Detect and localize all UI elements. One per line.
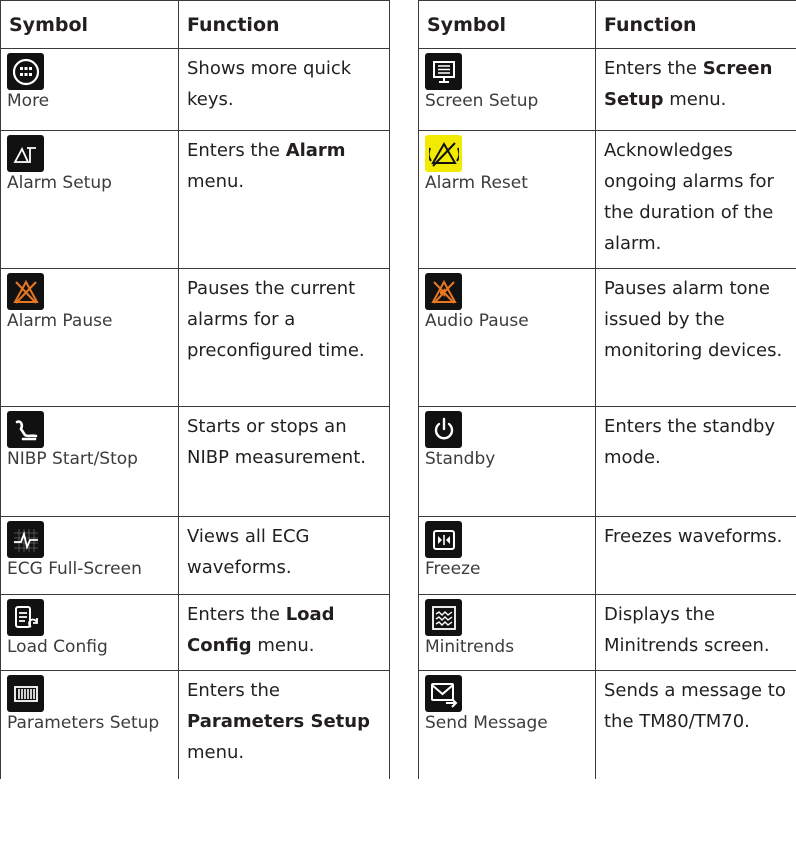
symbol-header: Symbol [418,0,596,49]
alarm-pause-icon [7,273,44,310]
symbol-cell: Load Config [0,594,179,671]
screen-setup-icon [425,53,462,90]
symbol-label: More [7,91,50,111]
symbol-label: Freeze [425,559,481,579]
minitrends-icon [425,599,462,636]
table-row: More Shows more quick keys. [0,48,390,131]
function-cell: Enters the Screen Setup menu. [595,48,796,131]
function-cell: Sends a message to the TM80/TM70. [595,670,796,779]
parameters-setup-icon [7,675,44,712]
symbol-label: Minitrends [425,637,515,657]
symbol-cell: Parameters Setup [0,670,179,779]
function-text: Acknowledges ongoing alarms for the dura… [604,140,774,254]
table-row: Parameters Setup Enters the Parameters Se… [0,670,390,779]
table-row: ECG Full-Screen Views all ECG waveforms. [0,516,390,595]
symbol-label: Screen Setup [425,91,539,111]
function-cell: Acknowledges ongoing alarms for the dura… [595,130,796,269]
table-row: NIBP Start/Stop Starts or stops an NIBP m… [0,406,390,517]
more-icon [7,53,44,90]
function-menu-name: Parameters Setup [187,711,370,732]
symbol-label: Alarm Reset [425,173,528,193]
table-row: Audio Pause Pauses alarm tone issued by t… [418,268,796,407]
table-row: Minitrends Displays the Minitrends screen… [418,594,796,671]
function-text: Shows more quick keys. [187,58,352,110]
symbol-label: Load Config [7,637,108,657]
symbol-label: Parameters Setup [7,713,160,733]
function-cell: Enters the Load Config menu. [178,594,390,671]
function-menu-name: Alarm [285,140,346,161]
function-cell: Freezes waveforms. [595,516,796,595]
load-config-icon [7,599,44,636]
alarm-reset-icon [425,135,462,172]
function-text-end: menu. [187,171,245,192]
symbol-cell: NIBP Start/Stop [0,406,179,517]
ecg-full-screen-icon [7,521,44,558]
function-text-end: menu. [187,742,245,763]
quick-key-table-right: Symbol Function Screen Setup Enters the S… [418,0,796,779]
table-header-row: Symbol Function [418,0,796,49]
send-message-icon [425,675,462,712]
function-text: Starts or stops an NIBP measurement. [187,416,366,468]
function-header: Function [178,0,390,49]
function-text: Pauses the current alarms for a preconfi… [187,278,365,361]
table-row: Load Config Enters the Load Config menu. [0,594,390,671]
table-header-row: Symbol Function [0,0,390,49]
symbol-cell: Standby [418,406,596,517]
symbol-label: Alarm Pause [7,311,113,331]
function-text: Enters the [604,58,703,79]
function-text: Enters the standby mode. [604,416,776,468]
symbol-header: Symbol [0,0,179,49]
nibp-icon [7,411,44,448]
symbol-cell: Minitrends [418,594,596,671]
function-cell: Pauses the current alarms for a preconfi… [178,268,390,407]
function-text: Freezes waveforms. [604,526,783,547]
function-cell: Starts or stops an NIBP measurement. [178,406,390,517]
quick-key-table-left: Symbol Function More Shows more quick key… [0,0,390,779]
symbol-cell: Audio Pause [418,268,596,407]
function-cell: Displays the Minitrends screen. [595,594,796,671]
symbol-label: ECG Full-Screen [7,559,142,579]
function-text-end: menu. [663,89,727,110]
standby-icon [425,411,462,448]
symbol-label: NIBP Start/Stop [7,449,138,469]
function-header: Function [595,0,796,49]
symbol-label: Alarm Setup [7,173,112,193]
table-row: Screen Setup Enters the Screen Setup menu… [418,48,796,131]
audio-pause-icon [425,273,462,310]
function-text: Enters the [187,680,280,701]
function-text: Sends a message to the TM80/TM70. [604,680,786,732]
function-cell: Enters the standby mode. [595,406,796,517]
table-row: Alarm Setup Enters the Alarm menu. [0,130,390,269]
table-row: Alarm Reset Acknowledges ongoing alarms f… [418,130,796,269]
alarm-setup-icon [7,135,44,172]
table-row: Send Message Sends a message to the TM80/… [418,670,796,779]
symbol-label: Send Message [425,713,548,733]
table-row: Alarm Pause Pauses the current alarms for… [0,268,390,407]
symbol-cell: Alarm Setup [0,130,179,269]
function-cell: Shows more quick keys. [178,48,390,131]
function-cell: Enters the Parameters Setup menu. [178,670,390,779]
table-row: Freeze Freezes waveforms. [418,516,796,595]
symbol-cell: Send Message [418,670,596,779]
function-cell: Enters the Alarm menu. [178,130,390,269]
symbol-cell: ECG Full-Screen [0,516,179,595]
function-text-end: menu. [251,635,315,656]
table-row: Standby Enters the standby mode. [418,406,796,517]
function-text: Views all ECG waveforms. [187,526,310,578]
function-text: Displays the Minitrends screen. [604,604,770,656]
function-text: Enters the [187,604,286,625]
symbol-cell: Screen Setup [418,48,596,131]
symbol-cell: More [0,48,179,131]
function-cell: Pauses alarm tone issued by the monitori… [595,268,796,407]
function-text: Enters the [187,140,286,161]
symbol-cell: Freeze [418,516,596,595]
function-cell: Views all ECG waveforms. [178,516,390,595]
symbol-cell: Alarm Reset [418,130,596,269]
symbol-cell: Alarm Pause [0,268,179,407]
symbol-label: Audio Pause [425,311,529,331]
freeze-icon [425,521,462,558]
symbol-label: Standby [425,449,496,469]
function-text: Pauses alarm tone issued by the monitori… [604,278,783,361]
